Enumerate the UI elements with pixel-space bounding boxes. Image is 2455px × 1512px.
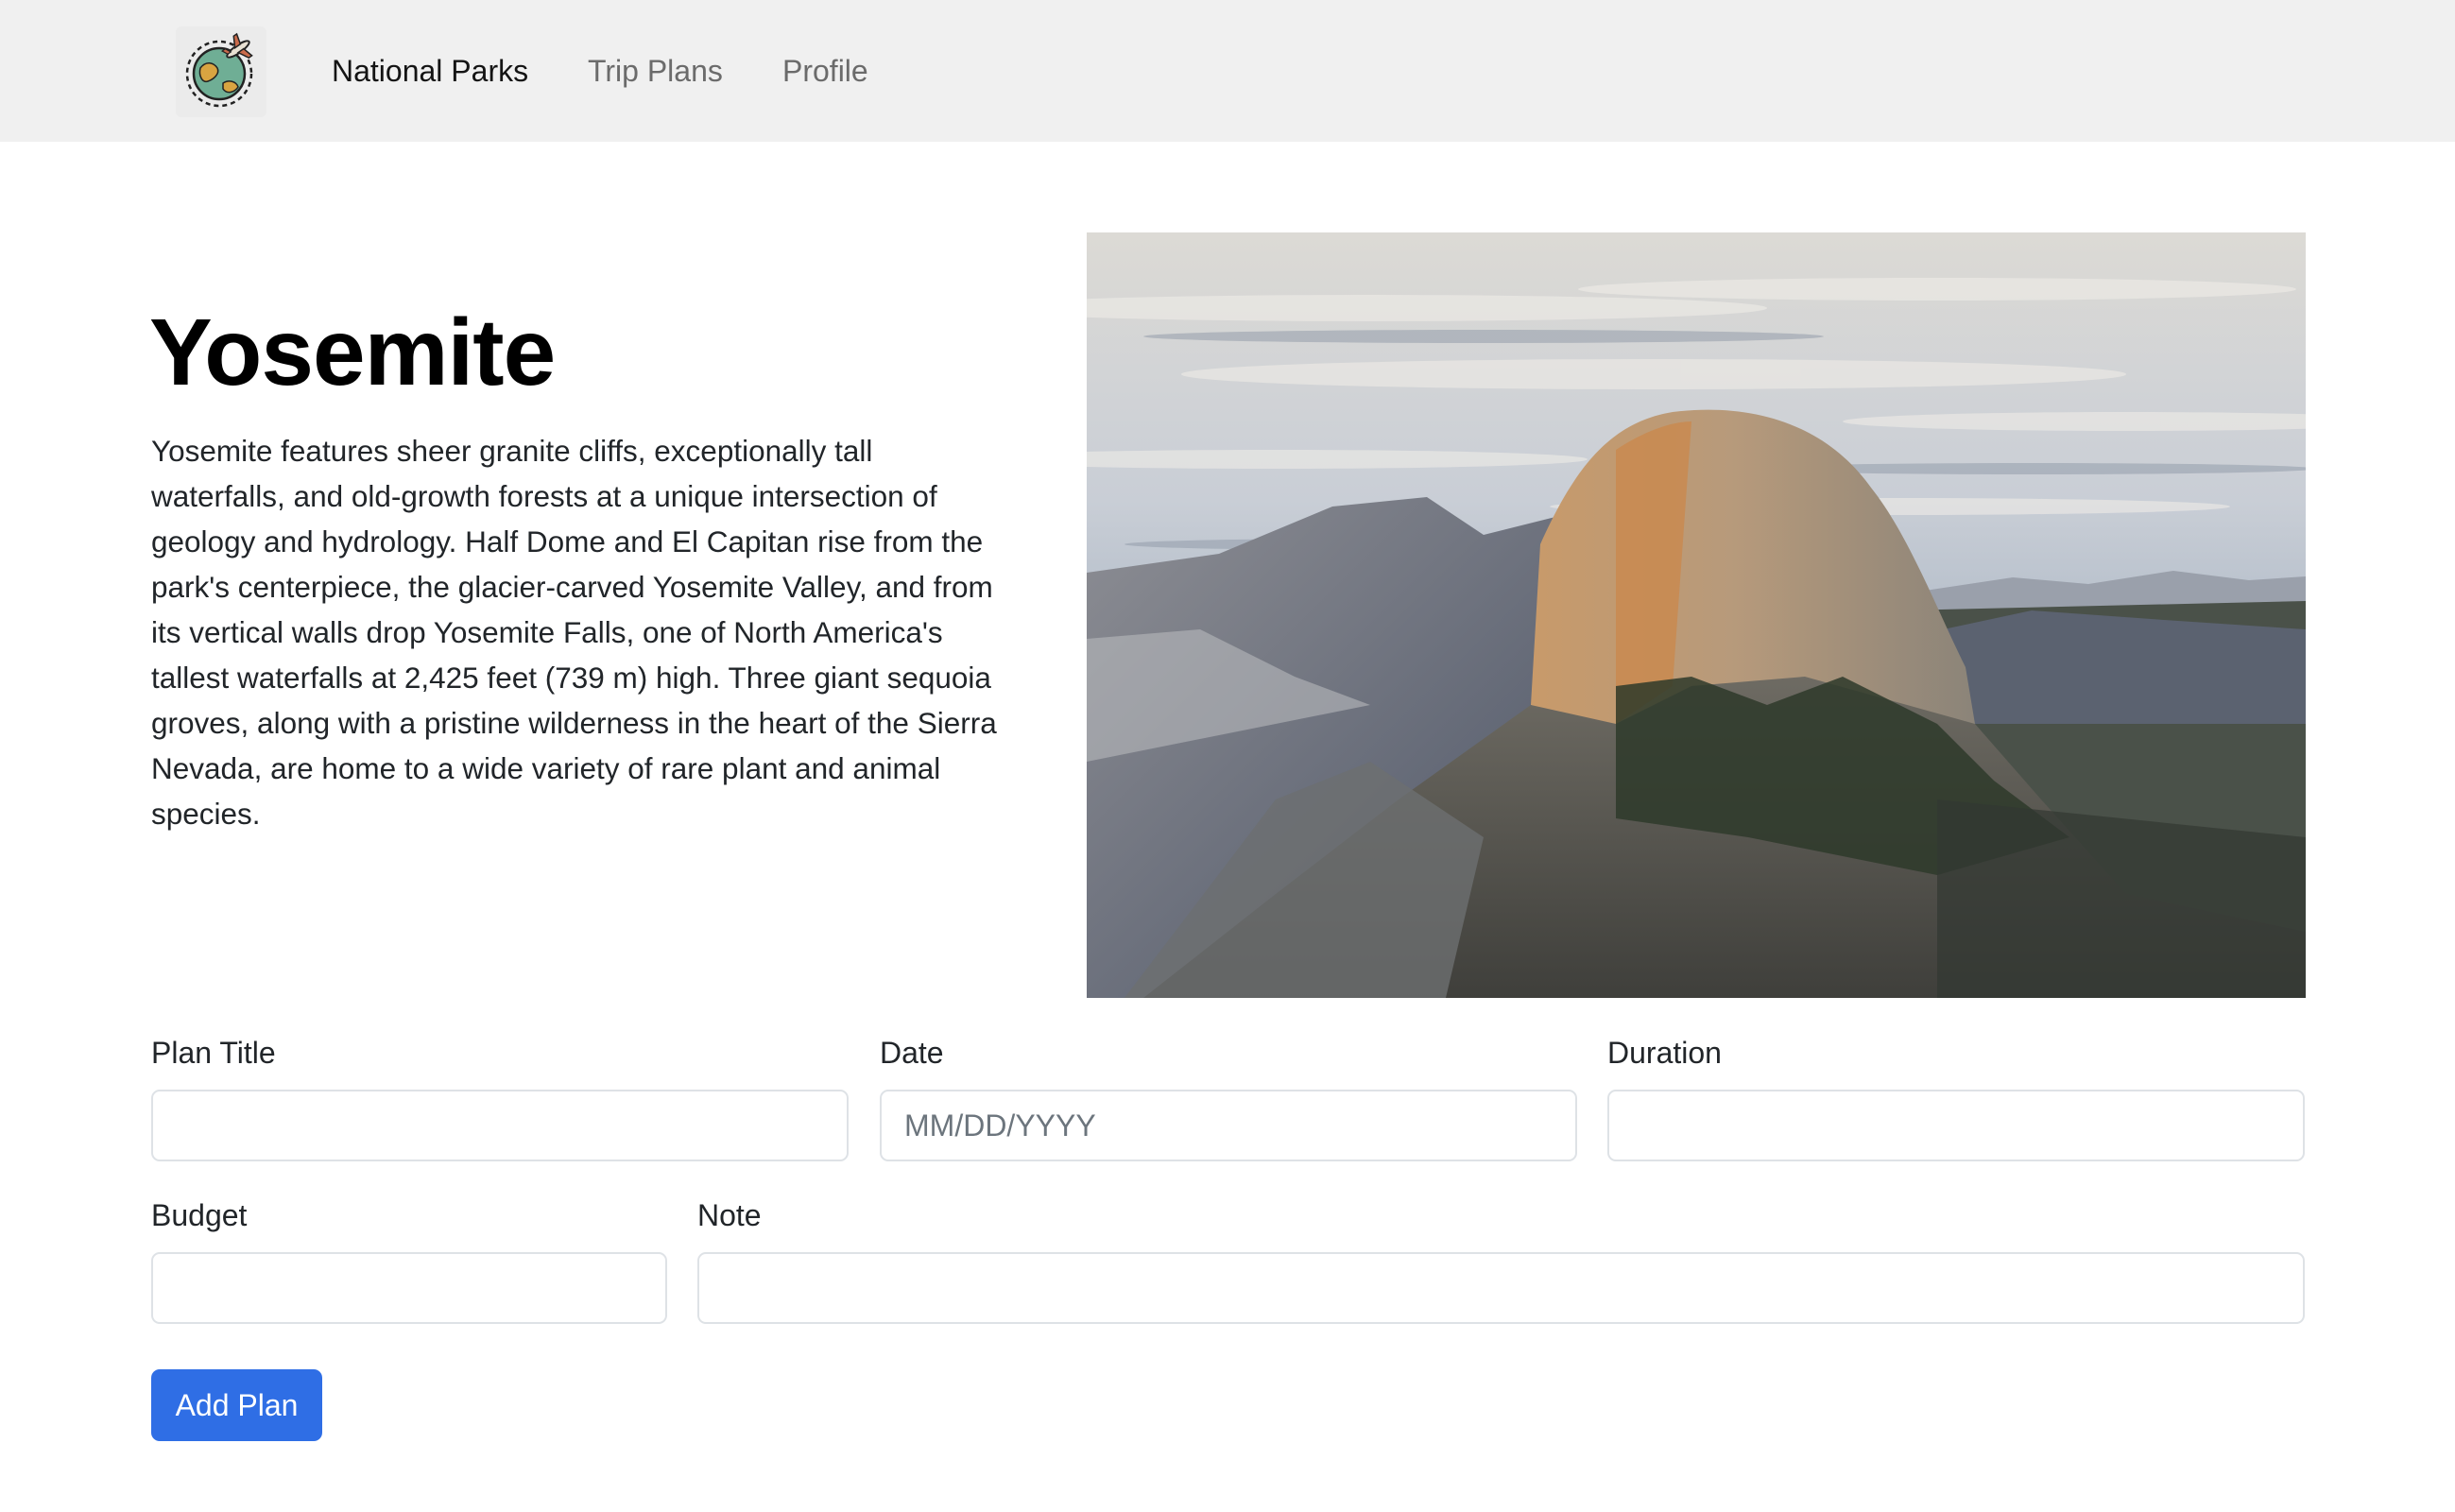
add-plan-button[interactable]: Add Plan (151, 1369, 322, 1441)
nav-link-trip-plans[interactable]: Trip Plans (588, 49, 723, 93)
duration-input[interactable] (1607, 1090, 2305, 1161)
date-input[interactable] (880, 1090, 1577, 1161)
duration-label: Duration (1607, 1036, 1722, 1070)
globe-airplane-logo-icon[interactable] (176, 26, 266, 117)
logo-graphic (185, 32, 253, 108)
note-input[interactable] (697, 1252, 2305, 1324)
nav-link-profile[interactable]: Profile (782, 49, 868, 93)
budget-label: Budget (151, 1198, 248, 1232)
budget-input[interactable] (151, 1252, 667, 1324)
park-photo (1087, 232, 2306, 998)
park-title: Yosemite (149, 300, 556, 405)
date-label: Date (880, 1036, 944, 1070)
plan-title-input[interactable] (151, 1090, 849, 1161)
half-dome-photo (1087, 232, 2306, 998)
note-label: Note (697, 1198, 762, 1232)
park-description: Yosemite features sheer granite cliffs, … (151, 434, 997, 831)
plan-title-label: Plan Title (151, 1036, 276, 1070)
nav-link-national-parks[interactable]: National Parks (332, 49, 528, 93)
top-navbar: National Parks Trip Plans Profile (0, 0, 2455, 142)
